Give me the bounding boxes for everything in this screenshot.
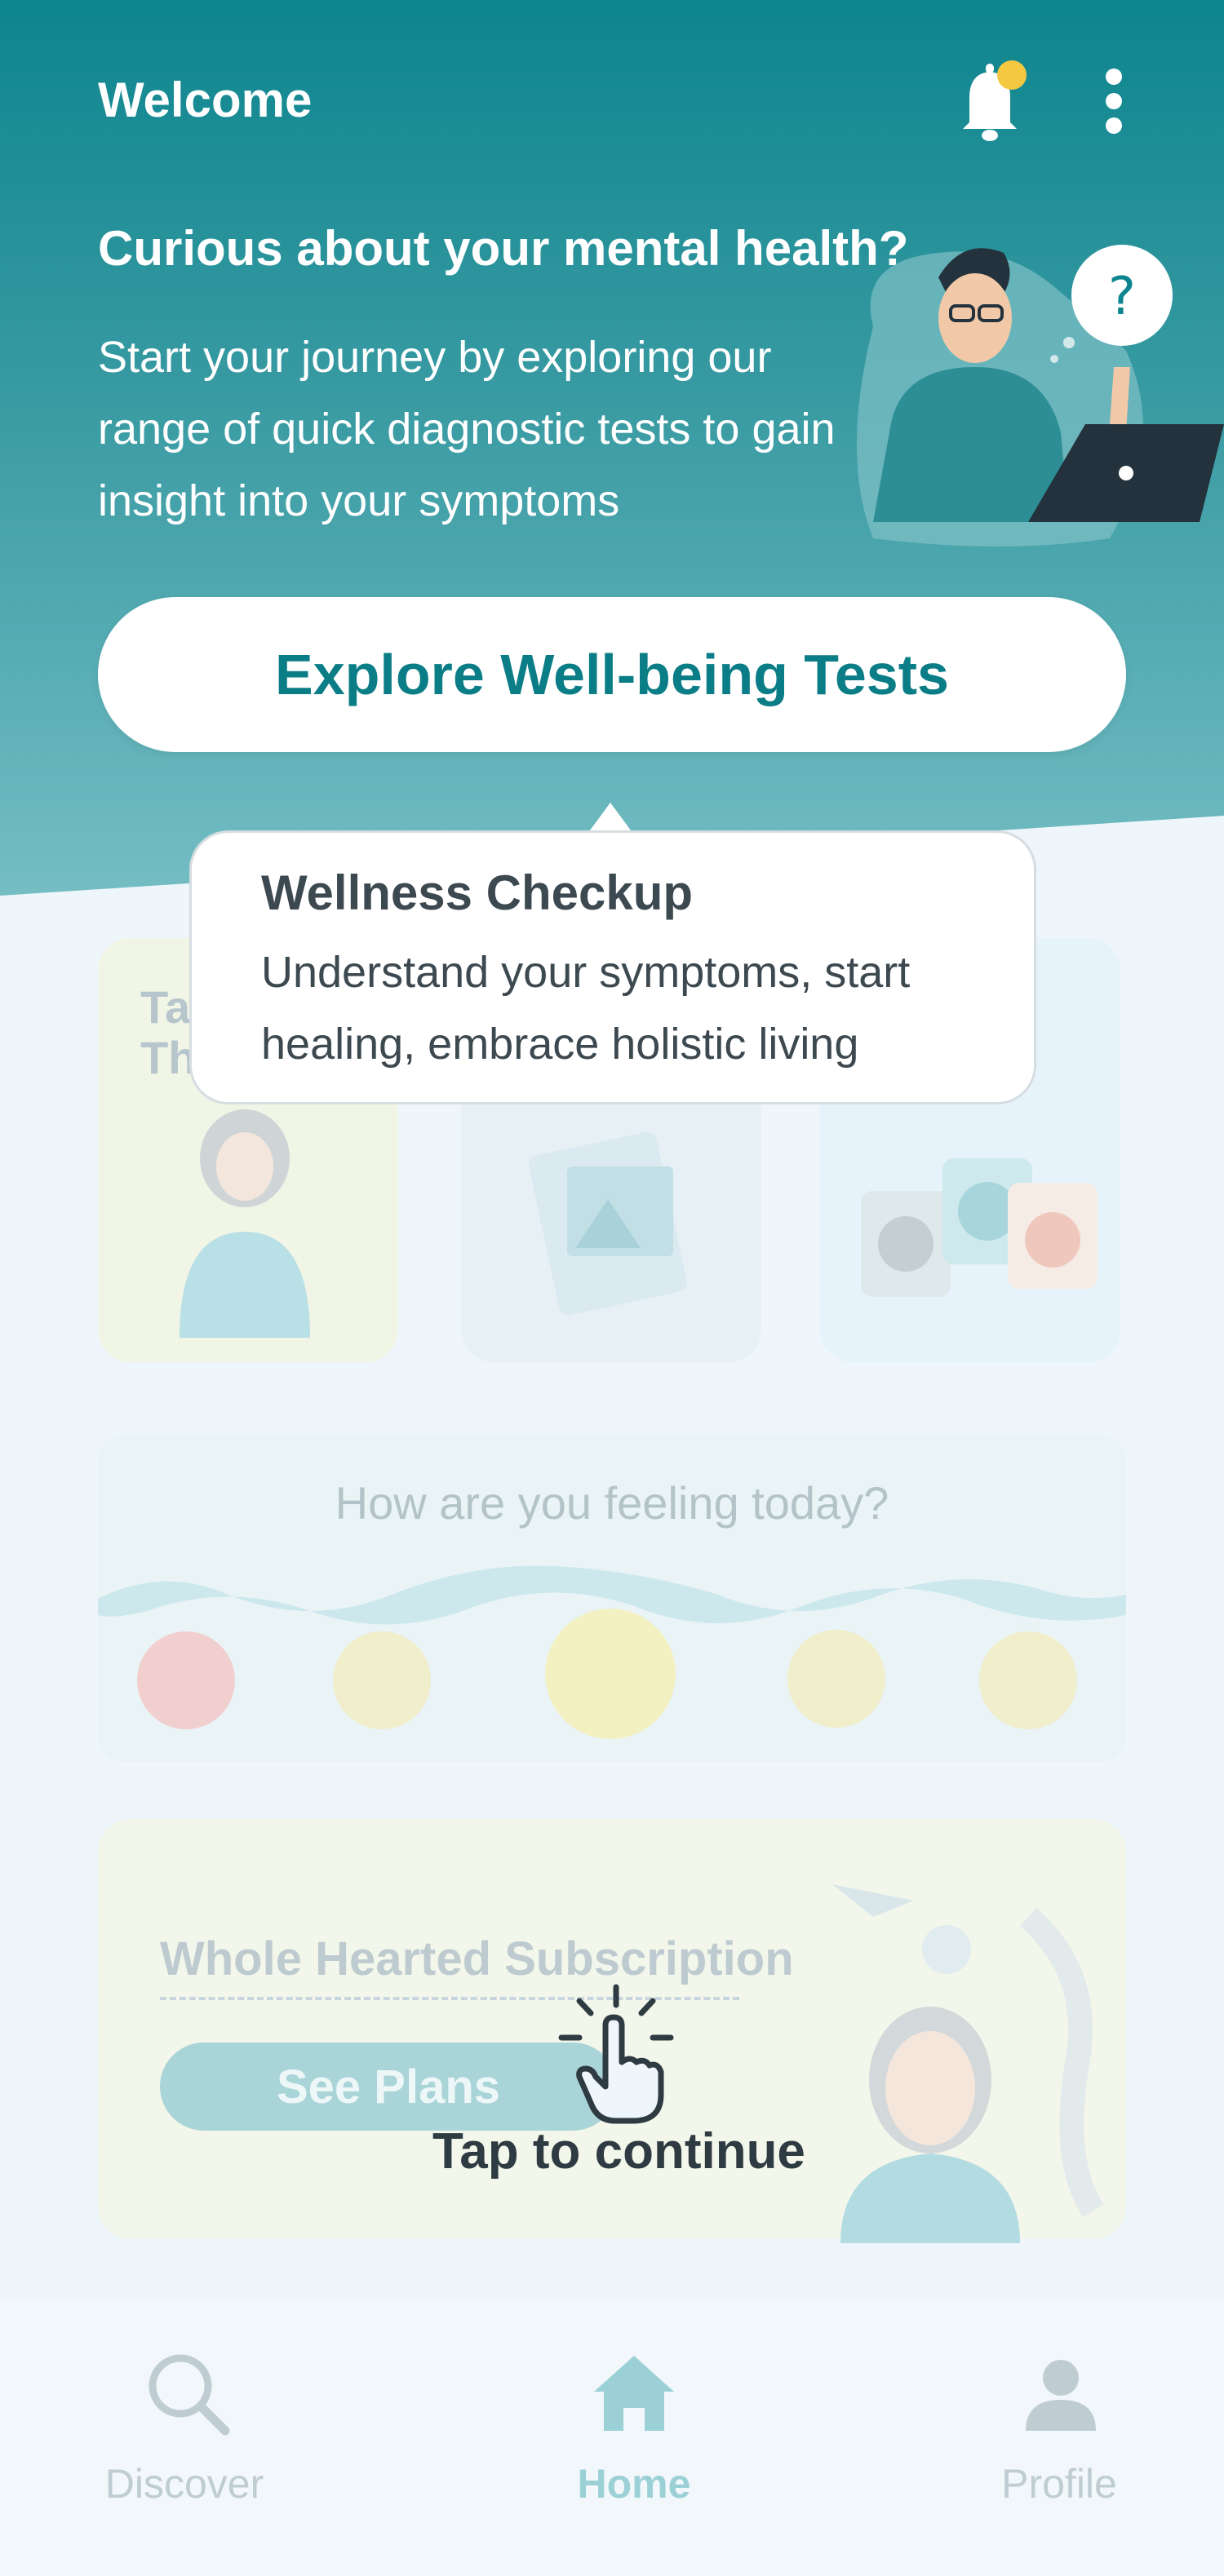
search-icon: [149, 2354, 230, 2436]
nav-discover-label[interactable]: Discover: [62, 2460, 307, 2507]
notification-bell-icon[interactable]: [953, 57, 1027, 147]
tap-hand-icon: [555, 1981, 677, 2127]
more-options-icon[interactable]: [1102, 67, 1126, 135]
home-icon: [594, 2356, 674, 2431]
subscription-title: Whole Hearted Subscription: [160, 1932, 794, 1985]
thinking-man-illustration: ?: [840, 228, 1224, 555]
page-heading: Curious about your mental health?: [98, 221, 909, 276]
mood-question: How are you feeling today?: [335, 1477, 889, 1529]
svg-text:?: ?: [1108, 267, 1136, 327]
tooltip-pointer: [588, 803, 633, 834]
page-description: Start your journey by exploring our rang…: [98, 333, 836, 525]
tooltip-title: Wellness Checkup: [261, 865, 694, 920]
subscription-woman-illustration: [832, 1884, 1104, 2243]
woman-phone-illustration: [180, 1109, 310, 1338]
article-illustration: [529, 1131, 687, 1316]
tooltip-body: Understand your symptoms, start healing,…: [261, 948, 911, 1069]
see-plans-button[interactable]: See Plans: [160, 2043, 617, 2131]
nav-profile-label[interactable]: Profile: [937, 2460, 1182, 2507]
tap-to-continue-text[interactable]: Tap to continue: [432, 2122, 805, 2180]
nav-home[interactable]: [589, 2349, 679, 2443]
explore-tests-button[interactable]: Explore Well-being Tests: [98, 597, 1126, 752]
mood-emoji-row[interactable]: [98, 1550, 1126, 1746]
nav-profile[interactable]: [1016, 2349, 1106, 2443]
nav-home-label[interactable]: Home: [512, 2460, 756, 2507]
nav-discover[interactable]: [144, 2349, 233, 2443]
profile-icon: [1026, 2360, 1096, 2431]
welcome-title: Welcome: [98, 73, 313, 127]
question-cards-illustration: [861, 1158, 1098, 1297]
